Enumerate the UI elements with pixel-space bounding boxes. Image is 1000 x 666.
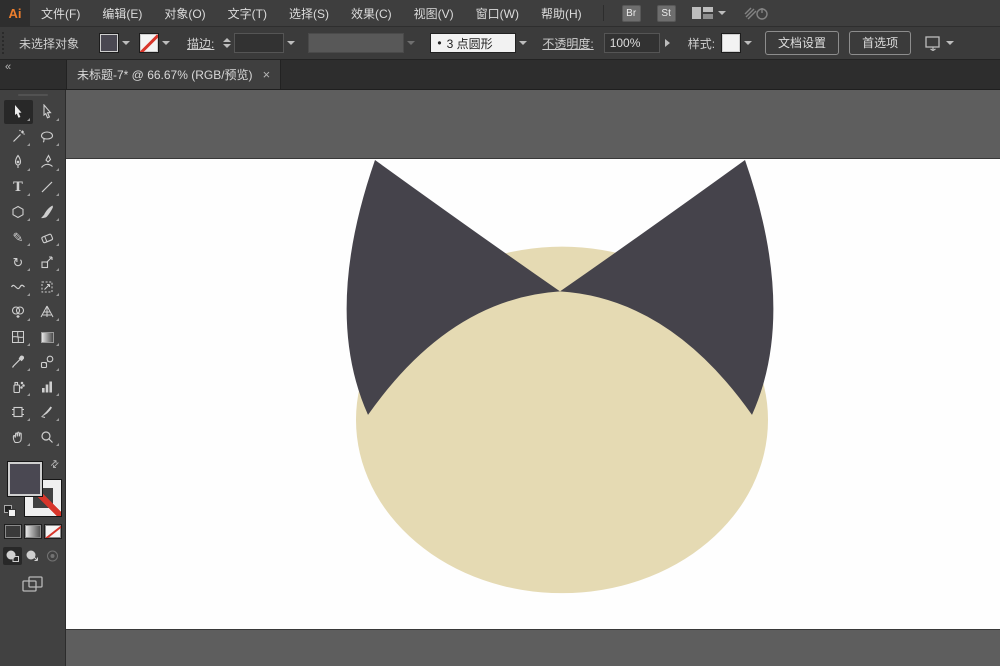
document-tab[interactable]: 未标题-7* @ 66.67% (RGB/预览) × [66, 60, 282, 89]
menu-select[interactable]: 选择(S) [278, 0, 340, 26]
selection-tool[interactable] [3, 100, 33, 124]
slice-tool[interactable] [33, 400, 62, 424]
illustrator-window: Ai 文件(F) 编辑(E) 对象(O) 文字(T) 选择(S) 效果(C) 视… [0, 0, 1000, 666]
menu-window[interactable]: 窗口(W) [465, 0, 530, 26]
opacity-label[interactable]: 不透明度: [542, 35, 593, 52]
blend-tool[interactable] [33, 350, 62, 374]
symbol-sprayer-tool[interactable] [4, 375, 33, 399]
polygon-tool[interactable] [4, 200, 33, 224]
style-label: 样式: [687, 36, 716, 51]
lasso-tool[interactable] [33, 125, 62, 149]
artboard[interactable] [66, 158, 1000, 630]
selection-status-label: 未选择对象 [19, 36, 80, 51]
canvas-area[interactable] [66, 90, 1000, 666]
brush-definition-chevron[interactable] [516, 33, 530, 53]
tab-close-icon[interactable]: × [263, 68, 271, 81]
style-swatch[interactable] [721, 33, 742, 53]
arrange-chevron-icon [946, 41, 955, 45]
pen-tool[interactable] [4, 150, 33, 174]
type-tool[interactable]: T [4, 175, 33, 199]
pencil-tool[interactable]: ✎ [4, 225, 33, 249]
eyedropper-tool[interactable] [4, 350, 33, 374]
menu-object[interactable]: 对象(O) [153, 0, 216, 26]
stock-button[interactable]: St [656, 4, 676, 22]
menu-help[interactable]: 帮助(H) [530, 0, 593, 26]
curvature-tool[interactable] [33, 150, 62, 174]
document-setup-button[interactable]: 文档设置 [765, 31, 840, 55]
menu-bar: Ai 文件(F) 编辑(E) 对象(O) 文字(T) 选择(S) 效果(C) 视… [0, 0, 1000, 26]
rotate-tool[interactable]: ↻ [4, 250, 33, 274]
document-tab-title: 未标题-7* @ 66.67% (RGB/预览) [77, 68, 253, 82]
stroke-weight-label[interactable]: 描边: [187, 35, 214, 52]
menu-effect[interactable]: 效果(C) [340, 0, 403, 26]
fill-stroke-widget: ⇄ [3, 458, 62, 519]
default-fill-stroke-icon[interactable] [3, 505, 17, 517]
paintbrush-tool[interactable] [33, 200, 62, 224]
mesh-tool[interactable] [4, 325, 33, 349]
perspective-grid-tool[interactable] [33, 300, 62, 324]
arrange-documents-icon[interactable] [925, 35, 955, 51]
menu-divider [602, 5, 604, 21]
scale-tool[interactable] [33, 250, 62, 274]
draw-normal-button[interactable] [3, 547, 22, 565]
illustrator-logo: Ai [0, 0, 30, 26]
hand-tool[interactable] [4, 425, 33, 449]
magic-wand-tool[interactable] [4, 125, 33, 149]
stepper-up-icon [223, 38, 232, 42]
zoom-tool[interactable] [33, 425, 62, 449]
free-transform-tool[interactable] [33, 275, 62, 299]
control-bar-grip [2, 32, 9, 54]
control-bar: 未选择对象 描边: • 3 点圆形 不透明度: 100% 样式: 文档设置 首选… [0, 26, 1000, 60]
draw-behind-button[interactable] [23, 547, 42, 565]
collapse-panels-icon[interactable]: « [0, 60, 66, 89]
color-button[interactable] [3, 524, 22, 539]
preferences-button[interactable]: 首选项 [849, 31, 912, 55]
line-segment-tool[interactable] [33, 175, 62, 199]
paint-style-buttons [3, 524, 62, 539]
stroke-weight-input[interactable] [234, 33, 285, 53]
tools-panel-grip[interactable] [17, 94, 48, 96]
brush-preset-value: 3 点圆形 [446, 36, 493, 51]
tab-bar: « 未标题-7* @ 66.67% (RGB/预览) × [0, 60, 1000, 90]
drawing-modes [3, 547, 62, 565]
brush-preview-icon: • [437, 36, 442, 50]
bridge-button[interactable]: Br [621, 4, 641, 22]
menu-view[interactable]: 视图(V) [403, 0, 465, 26]
swap-fill-stroke-icon[interactable]: ⇄ [48, 458, 62, 472]
fill-color-swatch[interactable] [99, 33, 120, 53]
draw-inside-button [43, 547, 62, 565]
workspace-chevron-icon[interactable] [717, 11, 726, 15]
stepper-down-icon [223, 44, 232, 48]
opacity-expand-button[interactable] [660, 33, 676, 53]
none-button[interactable] [43, 524, 62, 539]
eraser-tool[interactable] [33, 225, 62, 249]
artboard-tool[interactable] [4, 400, 33, 424]
stroke-color-chevron[interactable] [159, 33, 173, 53]
menu-edit[interactable]: 编辑(E) [91, 0, 153, 26]
brush-definition-dropdown[interactable]: • 3 点圆形 [430, 33, 517, 53]
screen-mode-button[interactable] [21, 575, 45, 599]
width-tool[interactable] [4, 275, 33, 299]
gradient-tool[interactable] [33, 325, 62, 349]
column-graph-tool[interactable] [33, 375, 62, 399]
menu-file[interactable]: 文件(F) [30, 0, 91, 26]
gradient-button[interactable] [23, 524, 42, 539]
variable-width-profile-dropdown [308, 33, 405, 53]
stroke-weight-chevron[interactable] [284, 33, 298, 53]
cs-live-icon[interactable] [744, 5, 770, 21]
style-chevron[interactable] [741, 33, 755, 53]
fill-indicator[interactable] [6, 461, 43, 497]
tools-panel: T ✎ ↻ ⇄ [0, 90, 66, 666]
direct-selection-tool[interactable] [33, 100, 62, 124]
variable-width-chevron [404, 33, 418, 53]
workspace-switcher-icon[interactable] [691, 6, 714, 20]
menu-type[interactable]: 文字(T) [217, 0, 278, 26]
stroke-color-swatch[interactable] [139, 33, 160, 53]
shape-builder-tool[interactable] [4, 300, 33, 324]
opacity-input[interactable]: 100% [603, 33, 660, 53]
stroke-weight-stepper[interactable] [223, 38, 232, 48]
fill-color-chevron[interactable] [119, 33, 133, 53]
